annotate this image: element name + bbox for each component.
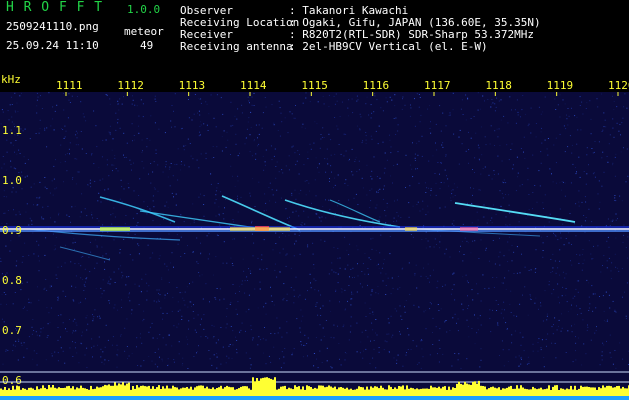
time-tick-label: 1111 [56, 79, 83, 92]
carrier-signal [0, 226, 629, 232]
y-axis-unit: kHz [1, 73, 21, 86]
time-tick-label: 1113 [179, 79, 206, 92]
time-tick-label: 1119 [547, 79, 574, 92]
spectrogram: 1111 1112 1113 1114 1115 1116 1117 1118 1119 1120… [0, 73, 629, 400]
freq-tick-label: 1.0 [2, 174, 22, 187]
time-tick-label: 1116 [363, 79, 390, 92]
freq-tick-label: 0.6 [2, 374, 22, 387]
freq-tick-label: 0.7 [2, 324, 22, 337]
freq-tick-label: 1.1 [2, 124, 22, 137]
freq-tick-label: 0.9 [2, 224, 22, 237]
freq-tick-label: 0.8 [2, 274, 22, 287]
time-tick-label: 1112 [117, 79, 144, 92]
time-tick-label: 1117 [424, 79, 451, 92]
time-tick-label: 1118 [485, 79, 512, 92]
time-tick-label: 1115 [301, 79, 328, 92]
time-tick-label: 1114 [240, 79, 267, 92]
time-tick-label: 1120 [608, 79, 629, 92]
